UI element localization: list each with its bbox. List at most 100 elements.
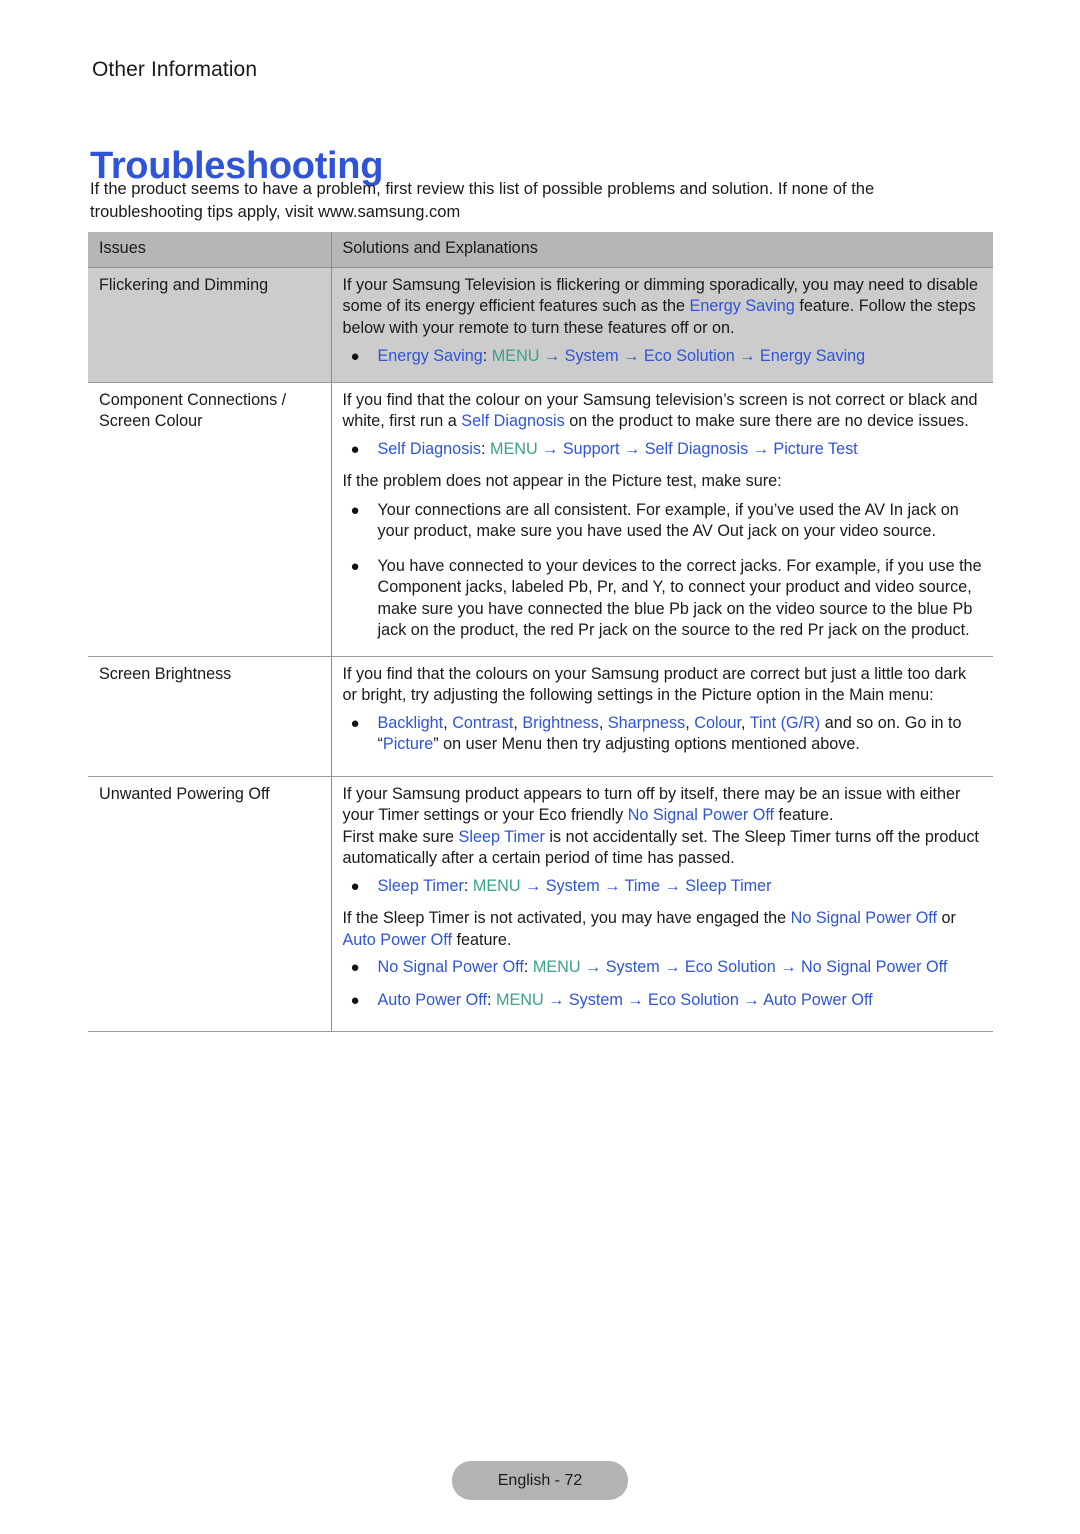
path-step[interactable]: Energy Saving [760,347,865,365]
bullet-icon: ● [350,501,360,519]
issue-label: Flickering and Dimming [88,267,331,383]
arrow-icon: → [739,347,756,365]
setting-backlight[interactable]: Backlight [378,714,444,732]
settings-tail: and so on. Go in to [820,713,962,732]
arrow-icon: → [752,439,769,458]
path-term[interactable]: Self Diagnosis [378,440,481,458]
list-item: ● Sleep Timer: MENU → System → Time → Sl… [343,876,984,898]
settings-tail-2: on user Menu then try adjusting options … [438,735,860,753]
solution-paragraph: First make sure Sleep Timer is not accid… [342,827,979,868]
table-header-row: Issues Solutions and Explanations [88,232,993,268]
arrow-icon: → [624,439,641,458]
picture-settings-list: ● Backlight, Contrast, Brightness, Sharp… [343,713,984,756]
setting-tint[interactable]: Tint (G/R) [750,714,820,732]
menu-path-list: ● Sleep Timer: MENU → System → Time → Sl… [343,876,984,898]
arrow-icon: → [543,347,561,365]
path-term[interactable]: Auto Power Off [378,991,487,1009]
list-item-text: You have connected to your devices to th… [377,556,982,640]
path-menu-key[interactable]: MENU [533,958,581,976]
solution-paragraph: If you find that the colours on your Sam… [342,664,967,705]
setting-colour[interactable]: Colour [694,714,741,732]
bullet-icon: ● [350,557,360,575]
list-item-text: Your connections are all consistent. For… [377,500,959,541]
document-page: Other Information Troubleshooting If the… [0,0,1080,1534]
path-colon: : [486,990,492,1009]
check-list: ● Your connections are all consistent. F… [343,500,984,642]
menu-path-list: ● Energy Saving: MENU → System → Eco Sol… [343,346,984,368]
link-sleep-timer[interactable]: Sleep Timer [459,828,545,846]
table-row: Unwanted Powering Off If your Samsung pr… [88,776,993,1032]
path-colon: : [480,439,486,458]
link-self-diagnosis[interactable]: Self Diagnosis [461,412,564,430]
path-menu-key[interactable]: MENU [496,991,544,1009]
path-step[interactable]: Eco Solution [644,347,735,365]
bullet-icon: ● [350,959,360,976]
path-step[interactable]: System [546,877,600,895]
list-item: ● Backlight, Contrast, Brightness, Sharp… [350,713,962,754]
bullet-icon: ● [350,348,360,365]
issue-label: Component Connections / Screen Colour [88,382,331,657]
path-step[interactable]: System [569,991,623,1009]
table-row: Flickering and Dimming If your Samsung T… [88,267,993,383]
path-step[interactable]: Time [625,877,660,895]
menu-path-list: ● Self Diagnosis: MENU → Support → Self … [343,439,984,461]
path-step[interactable]: Auto Power Off [763,991,872,1009]
list-item: ● Energy Saving: MENU → System → Eco Sol… [343,346,984,368]
setting-sharpness[interactable]: Sharpness [608,714,685,732]
path-term[interactable]: No Signal Power Off [378,958,524,976]
issue-label: Unwanted Powering Off [88,776,331,1032]
solution-paragraph: If you find that the colour on your Sams… [342,390,978,431]
solution-paragraph: If the Sleep Timer is not activated, you… [342,909,956,949]
path-term[interactable]: Energy Saving [378,347,483,365]
path-step[interactable]: Eco Solution [648,991,739,1009]
list-item: ● No Signal Power Off: MENU → System → E… [343,957,984,979]
arrow-icon: → [542,439,559,458]
menu-path-list-2: ● No Signal Power Off: MENU → System → E… [343,957,984,1011]
path-colon: : [523,958,529,976]
troubleshooting-table: Issues Solutions and Explanations Flicke… [88,232,993,1032]
path-step[interactable]: Picture Test [773,440,857,458]
path-colon: : [463,876,469,895]
arrow-icon: → [627,990,644,1009]
arrow-icon: → [664,876,681,895]
arrow-icon: → [743,990,760,1009]
path-menu-key[interactable]: MENU [490,440,538,458]
intro-paragraph: If the product seems to have a problem, … [90,180,875,221]
link-no-signal-power-off[interactable]: No Signal Power Off [628,806,774,824]
list-item: ● Your connections are all consistent. F… [343,500,984,543]
link-energy-saving[interactable]: Energy Saving [690,297,795,315]
arrow-icon: → [623,347,640,365]
path-step[interactable]: Eco Solution [685,958,776,976]
solution-cell: If your Samsung Television is flickering… [330,267,993,383]
bullet-icon: ● [350,714,360,732]
setting-brightness[interactable]: Brightness [522,714,598,732]
path-menu-key[interactable]: MENU [492,347,540,365]
link-no-signal-power-off[interactable]: No Signal Power Off [791,909,937,927]
column-header-issues: Issues [88,232,331,268]
page-number-label: English - 72 [497,1471,583,1489]
arrow-icon: → [548,990,565,1009]
path-step[interactable]: Sleep Timer [685,877,771,895]
path-colon: : [482,347,488,365]
path-term[interactable]: Sleep Timer [378,877,464,895]
arrow-icon: → [585,958,602,976]
arrow-icon: → [604,876,621,895]
bullet-icon: ● [350,991,360,1009]
path-step[interactable]: System [606,958,660,976]
solution-cell: If your Samsung product appears to turn … [330,776,993,1032]
path-menu-key[interactable]: MENU [473,877,521,895]
setting-picture[interactable]: Picture [383,735,433,753]
solution-paragraph: If your Samsung product appears to turn … [342,784,961,825]
column-header-solutions: Solutions and Explanations [330,232,993,268]
path-step[interactable]: No Signal Power Off [801,958,947,976]
path-step[interactable]: Support [563,440,620,458]
setting-contrast[interactable]: Contrast [452,714,513,732]
section-label: Other Information [92,58,258,81]
page-footer-badge: English - 72 [452,1461,628,1500]
list-item: ● Self Diagnosis: MENU → Support → Self … [343,439,984,461]
path-step[interactable]: System [565,347,619,365]
link-auto-power-off[interactable]: Auto Power Off [343,931,452,949]
table-row: Component Connections / Screen Colour If … [88,382,993,657]
table-row: Screen Brightness If you find that the c… [88,656,993,777]
path-step[interactable]: Self Diagnosis [645,440,748,458]
